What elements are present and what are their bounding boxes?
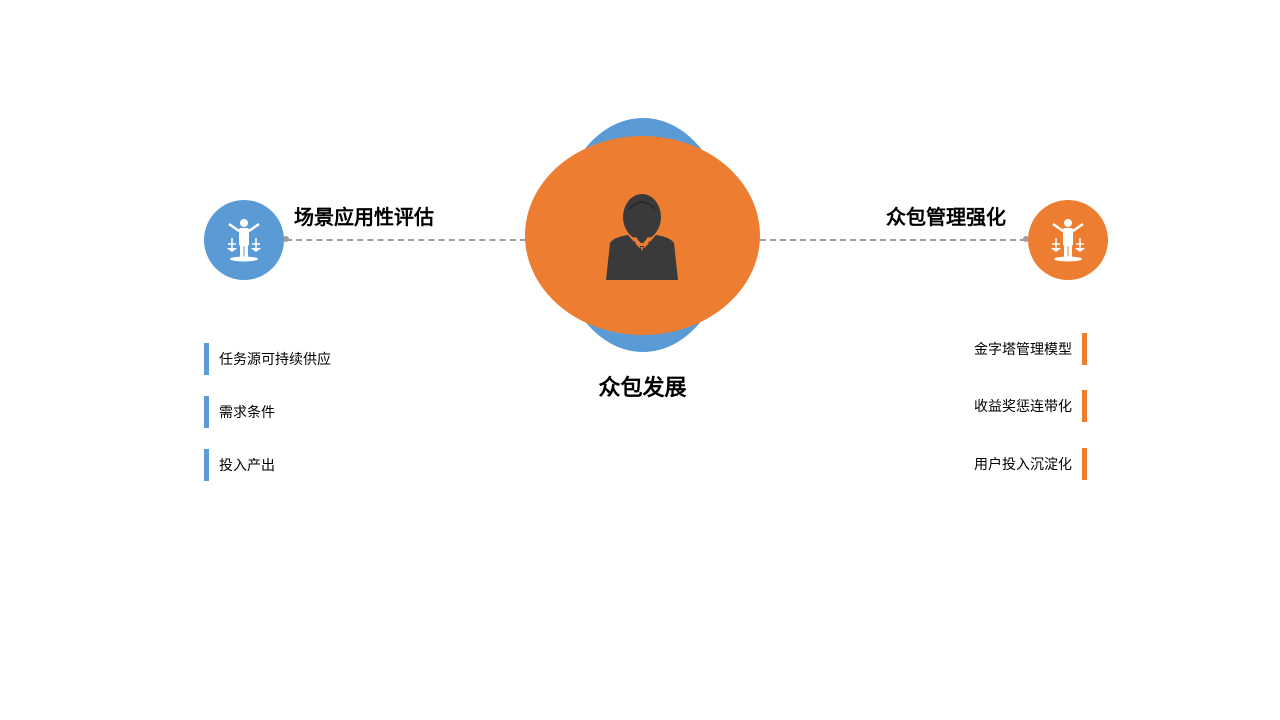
right-heading: 众包管理强化 (886, 205, 1006, 229)
justice-balance-icon (227, 219, 261, 262)
right-list-item: 用户投入沉淀化 (974, 448, 1087, 480)
left-icon-circle (204, 200, 284, 280)
right-list-bar (1082, 448, 1087, 480)
right-list-label: 收益奖惩连带化 (974, 399, 1072, 415)
center-title: 众包发展 (598, 376, 687, 401)
right-list-label: 金字塔管理模型 (974, 342, 1072, 358)
left-list-label: 任务源可持续供应 (219, 352, 331, 368)
right-list-item: 收益奖惩连带化 (974, 390, 1087, 422)
left-heading: 场景应用性评估 (294, 205, 434, 229)
left-connector-line (286, 239, 526, 241)
left-list-bar (204, 343, 209, 375)
right-icon-circle (1028, 200, 1108, 280)
left-list-label: 需求条件 (219, 405, 275, 421)
left-list-item: 投入产出 (204, 449, 275, 481)
right-connector-line (760, 239, 1026, 241)
left-list-item: 任务源可持续供应 (204, 343, 331, 375)
left-list-bar (204, 396, 209, 428)
right-list-label: 用户投入沉淀化 (974, 457, 1072, 473)
right-list-bar (1082, 333, 1087, 365)
businessman-icon (606, 194, 678, 280)
justice-balance-icon (1051, 219, 1085, 262)
left-list-bar (204, 449, 209, 481)
left-list-item: 需求条件 (204, 396, 275, 428)
left-list-label: 投入产出 (219, 458, 275, 474)
right-list-item: 金字塔管理模型 (974, 333, 1087, 365)
right-list-bar (1082, 390, 1087, 422)
